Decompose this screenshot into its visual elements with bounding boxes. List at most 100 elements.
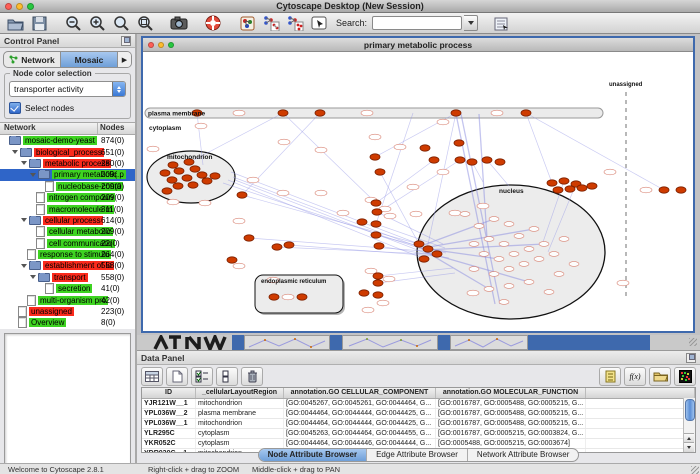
graph-node[interactable] (429, 157, 439, 163)
float-panel-icon[interactable] (121, 36, 131, 46)
tree-row[interactable]: cellular process614(0) (0, 215, 135, 226)
node-label-oval[interactable] (491, 110, 503, 116)
node-label-oval[interactable] (394, 144, 406, 150)
new-attribute-button[interactable] (166, 367, 188, 386)
tree-row[interactable]: biological_process651(0) (0, 146, 135, 157)
graph-node[interactable] (269, 294, 279, 300)
table-cell[interactable]: YKR052C (142, 439, 196, 448)
zoom-selected-button[interactable] (134, 14, 156, 32)
unselect-attributes-button[interactable] (216, 367, 238, 386)
node-label-oval[interactable] (377, 300, 389, 306)
graph-node[interactable] (202, 178, 212, 184)
graph-node[interactable] (451, 110, 461, 116)
graph-node[interactable] (272, 244, 282, 250)
table-cell[interactable]: [GO:0044464, GO:0044444, GO:0044425, G..… (284, 409, 436, 418)
tree-row[interactable]: nucleobase-conta209(0) (0, 181, 135, 192)
node-label-oval[interactable] (519, 262, 529, 267)
search-dropdown-button[interactable] (464, 15, 478, 31)
node-label-oval[interactable] (514, 234, 524, 239)
save-session-button[interactable] (28, 14, 50, 32)
graph-node[interactable] (577, 185, 587, 191)
tree-row[interactable]: mosaic-demo-yeast874(0) (0, 135, 135, 146)
graph-node[interactable] (357, 219, 367, 225)
browser-tab[interactable]: Node Attribute Browser (259, 449, 368, 461)
tree-header-network[interactable]: Network (0, 123, 98, 134)
graph-node[interactable] (162, 188, 172, 194)
graph-node[interactable] (160, 170, 170, 176)
graph-node[interactable] (359, 290, 369, 296)
graph-node[interactable] (370, 154, 380, 160)
browser-tab[interactable]: Network Attribute Browser (468, 449, 578, 461)
resize-grip-icon[interactable] (690, 465, 700, 474)
zoom-fit-button[interactable] (110, 14, 132, 32)
new-network-button[interactable] (284, 14, 306, 32)
graph-node[interactable] (174, 168, 184, 174)
table-cell[interactable]: [GO:0016787, GO:0005488, GO:0005215, G..… (436, 419, 586, 428)
tab-network[interactable]: Network (4, 52, 61, 67)
tree-row[interactable]: unassigned223(0) (0, 306, 135, 317)
node-label-oval[interactable] (554, 272, 564, 277)
node-label-oval[interactable] (604, 169, 616, 175)
node-label-oval[interactable] (469, 267, 479, 272)
graph-node[interactable] (188, 182, 198, 188)
graph-node[interactable] (190, 166, 200, 172)
attribute-notes-button[interactable] (599, 367, 621, 386)
graph-node[interactable] (182, 175, 192, 181)
network-canvas[interactable]: plasma membranecytoplasmmitochondrionnuc… (143, 52, 693, 331)
index-button[interactable] (490, 14, 512, 32)
node-label-oval[interactable] (529, 227, 539, 232)
graph-node[interactable] (559, 178, 569, 184)
graph-node[interactable] (521, 110, 531, 116)
browser-tab[interactable]: Edge Attribute Browser (367, 449, 468, 461)
node-label-oval[interactable] (315, 190, 327, 196)
open-session-button[interactable] (4, 14, 26, 32)
graph-node[interactable] (419, 256, 429, 262)
function-builder-button[interactable]: f(x) (624, 367, 646, 386)
graph-node[interactable] (587, 183, 597, 189)
node-label-oval[interactable] (617, 280, 629, 286)
table-cell[interactable]: mitochondrion (196, 419, 284, 428)
node-label-oval[interactable] (361, 110, 373, 116)
node-label-oval[interactable] (467, 290, 479, 296)
table-cell[interactable]: [GO:0005488, GO:0005215, GO:0003674] (436, 439, 586, 448)
tree-row[interactable]: multi-organism pro42(0) (0, 294, 135, 305)
node-label-oval[interactable] (524, 280, 534, 285)
node-label-oval[interactable] (544, 290, 554, 295)
expander-icon[interactable] (30, 173, 36, 177)
table-cell[interactable]: [GO:0016787, GO:0005215, GO:0003824, G..… (436, 429, 586, 438)
table-row[interactable]: YPL036W__2plasma membrane[GO:0044464, GO… (142, 409, 695, 419)
node-label-oval[interactable] (489, 217, 499, 222)
graph-node[interactable] (374, 243, 384, 249)
node-label-oval[interactable] (278, 139, 290, 145)
graph-node[interactable] (371, 232, 381, 238)
node-label-oval[interactable] (362, 307, 374, 313)
graph-node[interactable] (168, 162, 178, 168)
table-cell[interactable]: plasma membrane (196, 409, 284, 418)
graph-node[interactable] (467, 159, 477, 165)
network-window-titlebar[interactable]: primary metabolic process (143, 38, 693, 52)
node-label-oval[interactable] (534, 257, 544, 262)
expander-icon[interactable] (30, 275, 36, 279)
resize-grip-icon[interactable] (688, 337, 698, 347)
tree-row[interactable]: Overview8(0) (0, 317, 135, 328)
node-label-oval[interactable] (247, 177, 259, 183)
column-header[interactable]: ID (142, 388, 196, 398)
table-cell[interactable]: [GO:0044464, GO:0044446, GO:0044444, G..… (284, 439, 436, 448)
graph-node[interactable] (210, 173, 220, 179)
table-cell[interactable]: [GO:0044464, GO:0044444, GO:0044425, G..… (284, 419, 436, 428)
import-attributes-button[interactable] (649, 367, 671, 386)
node-label-oval[interactable] (437, 169, 449, 175)
tree-row[interactable]: primary metabolic p209(... (0, 169, 135, 180)
column-header[interactable]: annotation.GO MOLECULAR_FUNCTION (436, 388, 586, 398)
tree-row[interactable]: establishment of lo558(0) (0, 260, 135, 271)
table-cell[interactable]: [GO:0045267, GO:0045261, GO:0044464, G..… (284, 399, 436, 408)
graph-node[interactable] (454, 140, 464, 146)
node-label-oval[interactable] (569, 262, 579, 267)
graph-node[interactable] (372, 209, 382, 215)
graph-node[interactable] (167, 177, 177, 183)
node-label-oval[interactable] (460, 212, 470, 217)
graph-node[interactable] (420, 145, 430, 151)
node-label-oval[interactable] (474, 224, 484, 229)
node-label-oval[interactable] (559, 237, 569, 242)
table-cell[interactable]: YPL036W__2 (142, 409, 196, 418)
